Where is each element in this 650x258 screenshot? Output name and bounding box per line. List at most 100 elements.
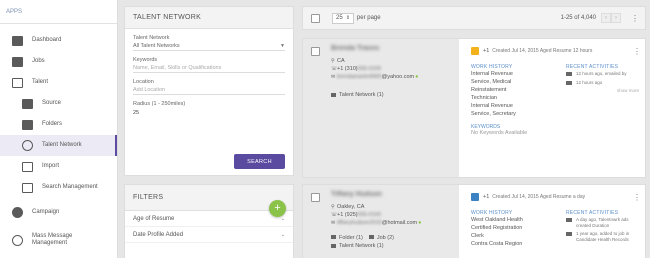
tag-row: Folder (1) Job (2) bbox=[331, 234, 451, 242]
sidebar-item-import[interactable]: Import bbox=[0, 156, 117, 177]
candidate-name[interactable]: Brenda Traces bbox=[331, 45, 451, 54]
per-page-select[interactable]: 25 ⇕ bbox=[332, 12, 354, 24]
tag-talent-network[interactable]: Talent Network (1) bbox=[331, 242, 451, 250]
message-icon bbox=[566, 80, 572, 85]
work-history-item: Service, Medical bbox=[471, 79, 512, 85]
briefcase-icon bbox=[368, 235, 374, 239]
candidate-phone: +1 (925) bbox=[337, 212, 358, 218]
radius-label: Radius (1 - 250miles) bbox=[133, 101, 186, 107]
recent-activity: 12 hours ago bbox=[566, 80, 639, 86]
candidate-location: CA bbox=[337, 58, 345, 64]
candidate-email-domain[interactable]: @yahoo.com bbox=[382, 74, 415, 80]
candidate-email-user: brendamartin9900 bbox=[337, 74, 382, 80]
keywords-input[interactable]: Name, Email, Skills or Qualifications bbox=[133, 64, 285, 73]
search-management-icon bbox=[22, 182, 33, 193]
sidebar-item-talent-network[interactable]: Talent Network bbox=[0, 135, 117, 156]
add-filter-button[interactable]: + bbox=[269, 200, 286, 217]
sidebar-item-jobs[interactable]: Jobs bbox=[0, 51, 117, 72]
message-icon bbox=[566, 218, 572, 222]
card-menu-icon[interactable]: ⋮ bbox=[633, 193, 641, 202]
candidate-email-user: tiffanyhudson2015 bbox=[337, 220, 382, 226]
more-options-icon[interactable]: ⋮ bbox=[631, 14, 639, 23]
network-tag-icon bbox=[331, 244, 336, 248]
tag-talent-network[interactable]: Talent Network (1) bbox=[331, 91, 451, 99]
recent-activity: 12 hours ago, emailed by bbox=[566, 71, 639, 77]
folder-icon bbox=[22, 119, 33, 130]
candidate-card[interactable]: Brenda Traces ⚲ CA ☏ +1 (310) 555-0100 ✉ br… bbox=[302, 38, 646, 178]
network-icon bbox=[22, 140, 33, 151]
work-history-title: WORK HISTORY bbox=[471, 64, 513, 70]
keywords-label: Keywords bbox=[133, 57, 158, 63]
network-label: Talent Network bbox=[133, 35, 170, 41]
next-page-icon[interactable]: › bbox=[611, 13, 621, 23]
show-more-link[interactable]: show more bbox=[566, 88, 639, 93]
candidate-card[interactable]: Tiffany Hudson ⚲ Oakley, CA ☏ +1 (925) 555… bbox=[302, 184, 646, 258]
candidate-name[interactable]: Tiffany Hudson bbox=[331, 191, 451, 200]
filter-date-profile-added[interactable]: Date Profile Added ⌄ bbox=[125, 227, 293, 243]
email-icon bbox=[566, 72, 572, 76]
activity-text: Created Jul 14, 2015 Aged Resume a day bbox=[492, 194, 586, 200]
recent-activity: A day ago, Talentnwrk ads created Durati… bbox=[566, 217, 639, 228]
tag-folder[interactable]: Folder (1) bbox=[331, 235, 363, 241]
briefcase-icon bbox=[12, 56, 23, 67]
folder-icon bbox=[331, 235, 336, 239]
location-input[interactable]: Add Location bbox=[133, 86, 285, 95]
sidebar: APPS Dashboard Jobs Talent Source Folder… bbox=[0, 0, 118, 258]
candidate-location: Oakley, CA bbox=[337, 204, 365, 210]
sidebar-item-source[interactable]: Source bbox=[0, 93, 117, 114]
verified-icon: ● bbox=[418, 220, 422, 226]
document-icon bbox=[471, 193, 479, 201]
sidebar-item-dashboard[interactable]: Dashboard bbox=[0, 30, 117, 51]
id-card-icon bbox=[12, 77, 23, 88]
message-icon bbox=[12, 234, 23, 246]
verified-icon: ● bbox=[415, 74, 419, 80]
recent-activity: 1 year ago, added to job in Candidate He… bbox=[566, 231, 639, 242]
activity-count: +1 bbox=[483, 194, 490, 200]
tag-job[interactable]: Job (2) bbox=[368, 235, 394, 241]
keywords-value: No Keywords Available bbox=[471, 130, 528, 136]
talent-network-panel: TALENT NETWORK Talent Network All Talent… bbox=[124, 6, 294, 176]
sidebar-header: APPS bbox=[0, 0, 117, 24]
work-history-title: WORK HISTORY bbox=[471, 210, 513, 216]
work-history-item: Clerk bbox=[471, 233, 484, 239]
sidebar-item-folders[interactable]: Folders bbox=[0, 114, 117, 135]
work-history-item: Service, Secretary bbox=[471, 111, 516, 117]
filter-age-of-resume[interactable]: Age of Resume ⌄ bbox=[125, 211, 293, 227]
candidate-details: +1 Created Jul 14, 2015 Aged Resume a da… bbox=[465, 185, 645, 258]
sidebar-item-talent[interactable]: Talent bbox=[0, 72, 117, 93]
chevron-down-icon: ▼ bbox=[280, 43, 285, 49]
candidate-checkbox[interactable] bbox=[311, 193, 320, 202]
network-select[interactable]: All Talent Networks ▼ bbox=[133, 42, 285, 51]
sidebar-item-mass-message[interactable]: Mass Message Management bbox=[0, 226, 117, 254]
recent-activities-title: RECENT ACTIVITIES bbox=[566, 64, 619, 70]
radius-input[interactable]: 25 bbox=[133, 108, 285, 117]
per-page-label: per page bbox=[356, 15, 381, 21]
filters-title: FILTERS bbox=[125, 185, 293, 211]
dashboard-icon bbox=[12, 35, 23, 46]
recent-activities-title: RECENT ACTIVITIES bbox=[566, 210, 619, 216]
search-icon bbox=[22, 98, 33, 109]
chevron-down-icon: ⌄ bbox=[280, 215, 285, 222]
campaign-icon bbox=[12, 206, 23, 218]
prev-page-icon[interactable]: ‹ bbox=[601, 13, 611, 23]
sidebar-item-search-management[interactable]: Search Management bbox=[0, 177, 117, 198]
candidate-email-domain[interactable]: @hotmail.com bbox=[382, 220, 417, 226]
search-button[interactable]: SEARCH bbox=[234, 154, 285, 169]
sidebar-item-campaign[interactable]: Campaign bbox=[0, 198, 117, 226]
candidate-summary: Brenda Traces ⚲ CA ☏ +1 (310) 555-0100 ✉ br… bbox=[303, 39, 459, 177]
message-icon bbox=[471, 47, 479, 55]
work-history-item: Internal Revenue bbox=[471, 103, 513, 109]
work-history-item: Certified Registration bbox=[471, 225, 523, 231]
work-history-item: Technician bbox=[471, 95, 497, 101]
activity-text: Created Jul 14, 2015 Aged Resume 12 hour… bbox=[492, 48, 593, 54]
network-tag-icon bbox=[331, 93, 336, 97]
card-menu-icon[interactable]: ⋮ bbox=[633, 47, 641, 56]
candidate-summary: Tiffany Hudson ⚲ Oakley, CA ☏ +1 (925) 555… bbox=[303, 185, 459, 258]
candidate-checkbox[interactable] bbox=[311, 47, 320, 56]
result-range: 1-25 of 4,040 bbox=[560, 15, 596, 21]
results-toolbar: 25 ⇕ per page 1-25 of 4,040 ‹ › ⋮ bbox=[302, 6, 646, 30]
filters-panel: FILTERS Age of Resume ⌄ Date Profile Add… bbox=[124, 184, 294, 258]
work-history-item: Internal Revenue bbox=[471, 71, 513, 77]
talent-network-title: TALENT NETWORK bbox=[125, 7, 293, 29]
select-all-checkbox[interactable] bbox=[311, 13, 320, 23]
